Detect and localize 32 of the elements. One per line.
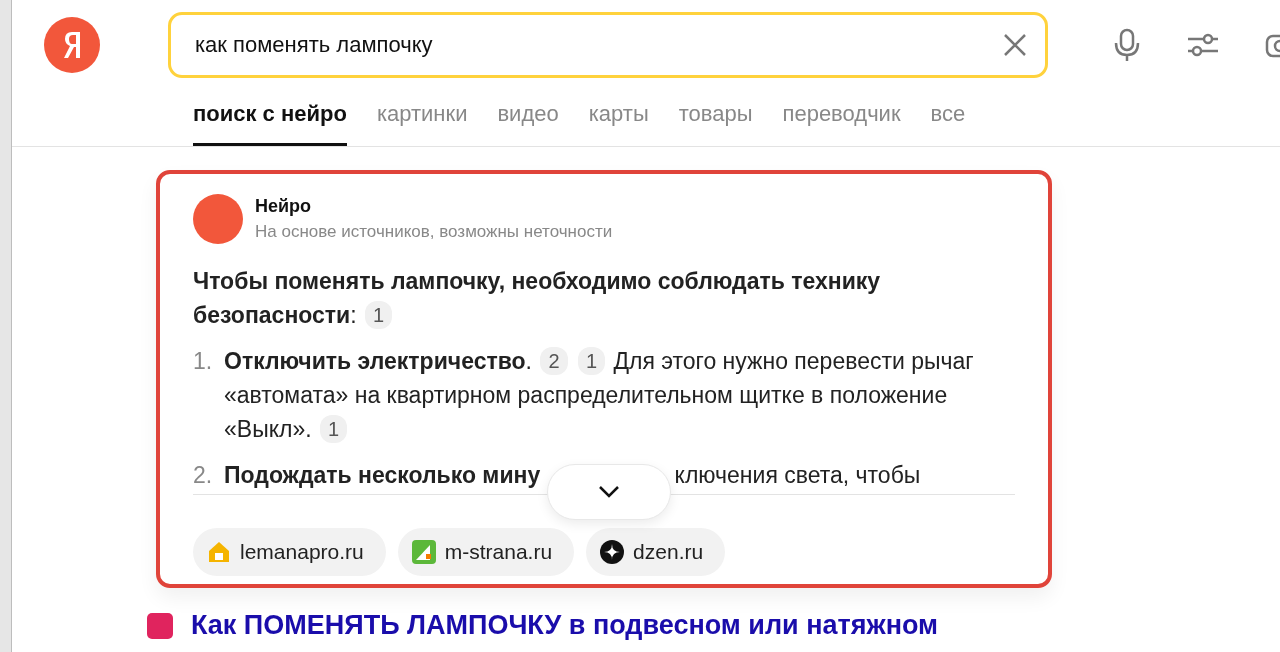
result-title-link[interactable]: Как ПОМЕНЯТЬ ЛАМПОЧКУ в подвесном или натяжном: [191, 610, 939, 641]
source-reference[interactable]: 1: [365, 301, 393, 329]
search-tab[interactable]: карты: [588, 98, 649, 146]
source-chip[interactable]: dzen.ru: [586, 528, 726, 576]
list-number: 1.: [193, 347, 214, 376]
search-tab[interactable]: поиск с нейро: [193, 98, 347, 146]
search-field[interactable]: как поменять лампочку: [168, 12, 1048, 78]
search-tab[interactable]: товары: [678, 98, 753, 146]
search-tab[interactable]: переводчик: [782, 98, 901, 146]
answer-text: «автомата» на квартирном распределительном щитке в положение: [224, 382, 948, 408]
source-label: dzen.ru: [633, 540, 704, 564]
answer-text: «Выкл».: [224, 416, 312, 442]
list-number: 2.: [193, 461, 214, 490]
source-reference[interactable]: 1: [320, 415, 348, 443]
source-chip[interactable]: lemanapro.ru: [193, 528, 386, 576]
answer-text: Для этого нужно перевести рычаг: [613, 348, 974, 374]
assistant-name: Нейро: [255, 196, 313, 217]
answer-text: Чтобы поменять лампочку, необходимо соблюдать технику: [193, 268, 881, 294]
search-tab[interactable]: видео: [497, 98, 559, 146]
source-label: lemanapro.ru: [240, 540, 364, 564]
source-reference[interactable]: 1: [577, 347, 605, 375]
search-field[interactable]: как поменять лампочку: [193, 31, 1003, 59]
answer-text: Отключить электричество.: [224, 348, 532, 374]
source-label: m-strana.ru: [444, 540, 553, 564]
search-tab[interactable]: все: [930, 98, 966, 146]
answer-text: ключения света, чтобы: [674, 462, 921, 488]
answer-text: Подождать несколько мину: [224, 462, 541, 488]
disclaimer-text: На основе источников, возможны неточности: [255, 222, 613, 242]
source-reference[interactable]: 2: [540, 347, 568, 375]
source-chip[interactable]: m-strana.ru: [397, 528, 575, 576]
answer-text: безопасности:: [193, 302, 357, 328]
search-tab[interactable]: картинки: [376, 98, 468, 146]
